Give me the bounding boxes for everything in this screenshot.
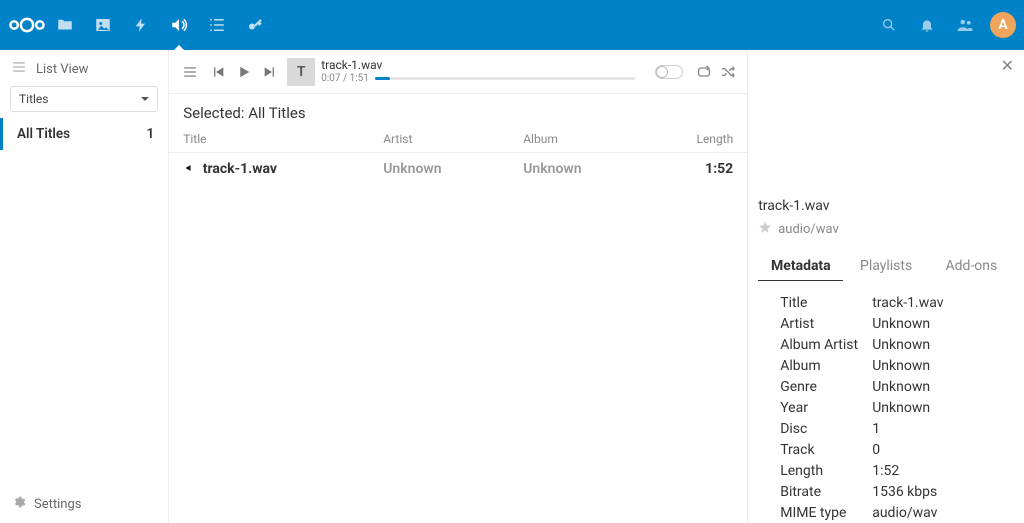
notifications-icon[interactable]	[908, 0, 946, 50]
metadata-row: AlbumUnknown	[780, 355, 1008, 376]
metadata-value: Unknown	[872, 358, 930, 374]
row-length: 1:52	[683, 161, 733, 177]
progress-bar[interactable]	[375, 77, 635, 80]
photos-icon[interactable]	[84, 0, 122, 50]
tasks-icon[interactable]	[198, 0, 236, 50]
sidebar-title: List View	[0, 50, 168, 86]
sidebar-title-label: List View	[36, 62, 88, 77]
filter-select-label: Titles	[19, 92, 48, 106]
settings-button[interactable]: Settings	[0, 485, 168, 523]
next-track-icon[interactable]	[259, 61, 281, 83]
metadata-row: Album ArtistUnknown	[780, 334, 1008, 355]
track-name: track-1.wav	[321, 59, 635, 72]
now-playing-icon	[183, 163, 193, 173]
close-icon[interactable]: ✕	[1001, 56, 1014, 75]
star-icon[interactable]	[758, 220, 772, 238]
metadata-value: 1	[872, 421, 880, 437]
player-bar: T track-1.wav 0:07 / 1:51	[169, 50, 747, 94]
track-info: track-1.wav 0:07 / 1:51	[321, 59, 635, 83]
sidebar: List View Titles All Titles 1 Settings	[0, 50, 169, 523]
prev-track-icon[interactable]	[207, 61, 229, 83]
metadata-value: 1:52	[872, 463, 899, 479]
metadata-key: MIME type	[780, 505, 872, 521]
settings-label: Settings	[34, 497, 81, 512]
metadata-value: Unknown	[872, 379, 930, 395]
filter-select[interactable]: Titles	[10, 86, 158, 112]
repeat-toggle[interactable]	[655, 65, 683, 79]
table-header: Title Artist Album Length	[169, 128, 747, 153]
audio-icon[interactable]	[160, 0, 198, 50]
sidebar-item-label: All Titles	[17, 126, 70, 142]
metadata-row: ArtistUnknown	[780, 313, 1008, 334]
metadata-row: Bitrate1536 kbps	[780, 481, 1008, 502]
metadata-row: Length1:52	[780, 460, 1008, 481]
chevron-down-icon	[141, 97, 149, 105]
metadata-key: Artist	[780, 316, 872, 332]
metadata-value: Unknown	[872, 316, 930, 332]
tab-metadata[interactable]: Metadata	[758, 252, 843, 281]
metadata-key: Album	[780, 358, 872, 374]
col-header-artist[interactable]: Artist	[383, 132, 523, 146]
row-artist: Unknown	[383, 161, 523, 177]
repeat-icon[interactable]	[693, 61, 715, 83]
row-album: Unknown	[523, 161, 683, 177]
search-icon[interactable]	[870, 0, 908, 50]
metadata-value: Unknown	[872, 337, 930, 353]
passwords-icon[interactable]	[236, 0, 274, 50]
metadata-key: Year	[780, 400, 872, 416]
metadata-list: Titletrack-1.wavArtistUnknownAlbum Artis…	[758, 292, 1014, 523]
details-mime: audio/wav	[758, 220, 1014, 238]
details-tabs: Metadata Playlists Add-ons	[758, 252, 1014, 282]
metadata-value: 1536 kbps	[872, 484, 937, 500]
metadata-key: Genre	[780, 379, 872, 395]
metadata-value: 0	[872, 442, 880, 458]
play-icon[interactable]	[233, 61, 255, 83]
files-icon[interactable]	[46, 0, 84, 50]
metadata-key: Track	[780, 442, 872, 458]
sidebar-item-all-titles[interactable]: All Titles 1	[0, 118, 168, 150]
row-title: track-1.wav	[183, 161, 383, 177]
metadata-value: Unknown	[872, 400, 930, 416]
metadata-row: GenreUnknown	[780, 376, 1008, 397]
avatar[interactable]: A	[990, 12, 1016, 38]
details-panel: ✕ track-1.wav audio/wav Metadata Playlis…	[748, 50, 1024, 523]
metadata-key: Disc	[780, 421, 872, 437]
table-row[interactable]: track-1.wav Unknown Unknown 1:52	[169, 153, 747, 185]
metadata-row: Titletrack-1.wav	[780, 292, 1008, 313]
details-file-name: track-1.wav	[758, 198, 1014, 214]
metadata-row: YearUnknown	[780, 397, 1008, 418]
selection-heading: Selected: All Titles	[169, 94, 747, 128]
gear-icon	[12, 495, 26, 513]
col-header-length[interactable]: Length	[683, 132, 733, 146]
menu-icon[interactable]	[12, 60, 26, 78]
player-menu-icon[interactable]	[179, 61, 201, 83]
track-time: 0:07 / 1:51	[321, 73, 635, 84]
app-logo[interactable]	[8, 0, 46, 50]
metadata-row: Disc1	[780, 418, 1008, 439]
metadata-row: MIME typeaudio/wav	[780, 502, 1008, 523]
contacts-icon[interactable]	[946, 0, 984, 50]
top-bar: A	[0, 0, 1024, 50]
metadata-value: track-1.wav	[872, 295, 943, 311]
metadata-key: Title	[780, 295, 872, 311]
metadata-key: Bitrate	[780, 484, 872, 500]
metadata-key: Length	[780, 463, 872, 479]
content-area: T track-1.wav 0:07 / 1:51 Selected: All …	[169, 50, 748, 523]
metadata-value: audio/wav	[872, 505, 937, 521]
tab-playlists[interactable]: Playlists	[843, 252, 928, 281]
album-art: T	[287, 58, 315, 86]
metadata-key: Album Artist	[780, 337, 872, 353]
col-header-album[interactable]: Album	[523, 132, 683, 146]
activity-icon[interactable]	[122, 0, 160, 50]
tab-addons[interactable]: Add-ons	[929, 252, 1014, 281]
metadata-row: Track0	[780, 439, 1008, 460]
shuffle-icon[interactable]	[717, 61, 739, 83]
sidebar-item-count: 1	[147, 126, 155, 142]
col-header-title[interactable]: Title	[183, 132, 383, 146]
